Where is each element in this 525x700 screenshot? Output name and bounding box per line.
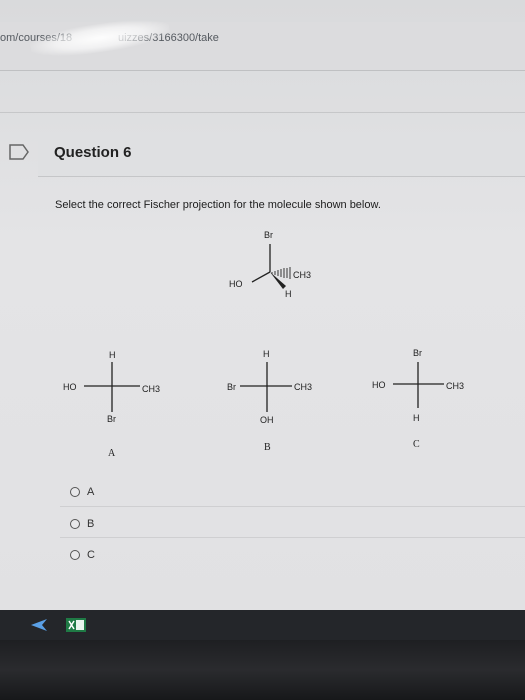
mol-top-label: Br [264,230,273,240]
fischer-a-right: CH3 [142,384,160,394]
fischer-b-left: Br [227,382,236,392]
radio-button[interactable] [70,487,80,497]
answer-option-a[interactable]: A [70,486,94,498]
mol-bond [251,271,271,283]
molecule-figures: Br HO CH3 H H HO CH3 Br A H Br CH3 OH B … [63,230,464,459]
radio-button[interactable] [70,519,80,529]
fischer-a: H HO CH3 Br A [63,350,160,459]
fischer-c-label: C [413,439,420,450]
fischer-b: H Br CH3 OH B [227,349,312,453]
fischer-b-bottom: OH [260,415,274,425]
fischer-b-label: B [264,442,271,453]
fischer-a-top: H [109,350,116,360]
fischer-a-bottom: Br [107,414,116,424]
excel-icon[interactable] [66,618,86,632]
divider [60,537,525,538]
radio-button[interactable] [70,550,80,560]
fischer-b-right: CH3 [294,382,312,392]
fischer-c-left: HO [372,380,386,390]
option-label: C [87,549,95,561]
fischer-a-label: A [108,448,116,459]
option-label: B [87,518,95,530]
fischer-b-top: H [263,349,270,359]
divider [60,506,525,507]
fischer-c-top: Br [413,348,422,358]
fischer-c-right: CH3 [446,381,464,391]
fischer-c: Br HO CH3 H C [372,348,464,450]
mol-right-label: CH3 [293,270,311,280]
fischer-a-left: HO [63,382,77,392]
mol-left-label: HO [229,279,243,289]
monitor-bezel [0,640,525,700]
fischer-c-bottom: H [413,413,420,423]
taskbar [0,610,525,640]
molecule-structure: Br HO CH3 H [229,230,311,299]
answer-option-b[interactable]: B [70,518,94,530]
browser-screen: om/courses/18 uizzes/3166300/take Questi… [0,0,525,610]
mol-bottom-label: H [285,289,292,299]
option-label: A [87,486,95,498]
tablet-mode-icon[interactable] [30,618,48,632]
answer-option-c[interactable]: C [70,549,95,561]
